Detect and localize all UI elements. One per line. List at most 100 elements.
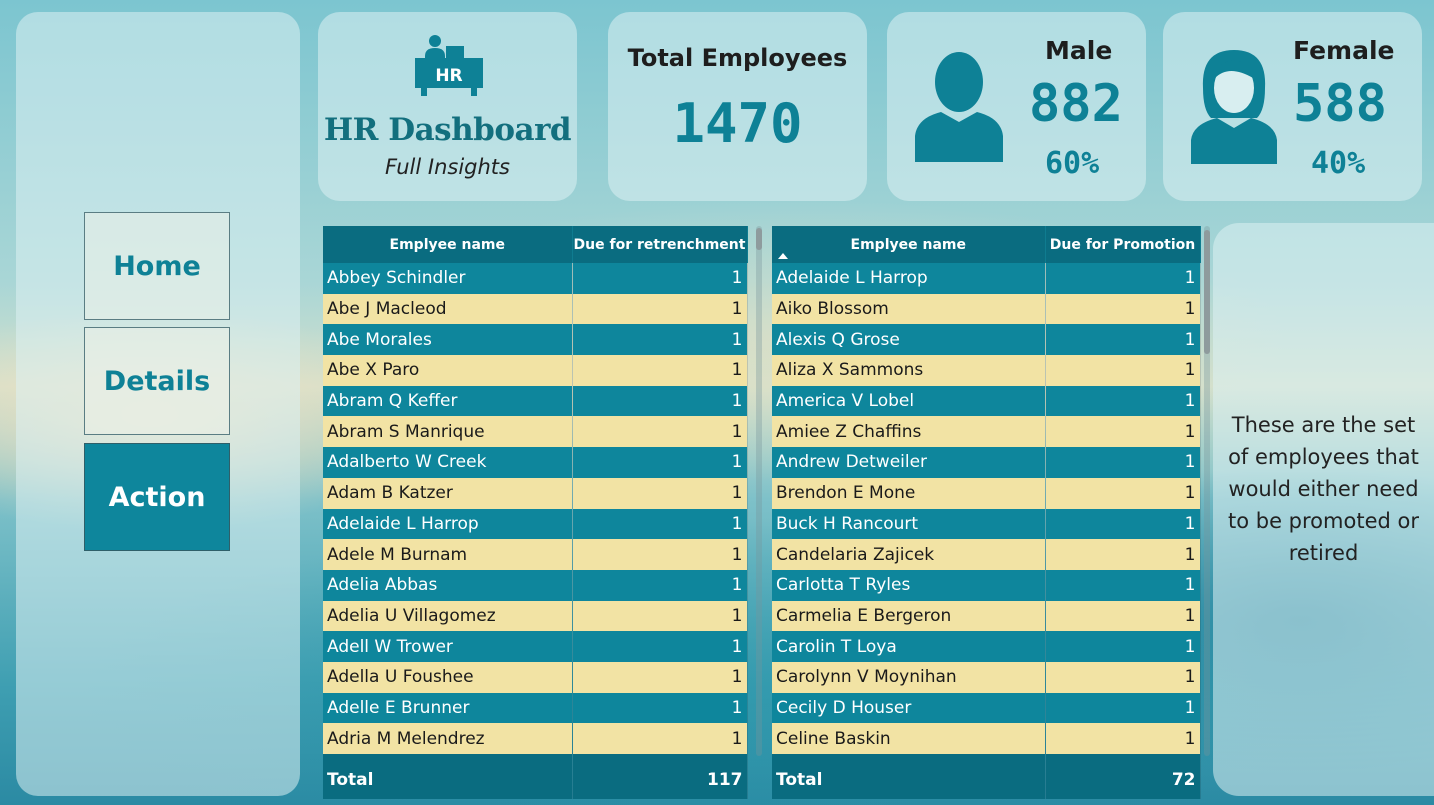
employee-name-cell: Adam B Katzer bbox=[323, 477, 573, 509]
employee-name-cell: Carolynn V Moynihan bbox=[772, 661, 1046, 693]
table-row[interactable]: America V Lobel 1 bbox=[772, 385, 1201, 417]
table-spacer bbox=[772, 754, 1201, 761]
employee-name-cell: Adelaide L Harrop bbox=[772, 263, 1046, 294]
nav-home-button[interactable]: Home bbox=[84, 212, 230, 320]
table-row[interactable]: Adam B Katzer 1 bbox=[323, 477, 748, 509]
column-header-employee-name[interactable]: Emplyee name bbox=[772, 226, 1046, 263]
table-row[interactable]: Adelaide L Harrop 1 bbox=[323, 508, 748, 540]
value-cell: 1 bbox=[572, 355, 748, 386]
hr-title-card: HR HR Dashboard Full Insights bbox=[318, 12, 577, 201]
column-header-due-retrenchment[interactable]: Due for retrenchment bbox=[572, 226, 748, 263]
value-cell: 1 bbox=[1045, 385, 1201, 417]
table-row[interactable]: Aiko Blossom 1 bbox=[772, 293, 1201, 325]
table-row[interactable]: Adelia Abbas 1 bbox=[323, 569, 748, 601]
table-row[interactable]: Adelaide L Harrop 1 bbox=[772, 263, 1201, 294]
value-cell: 1 bbox=[572, 508, 748, 540]
total-employees-label: Total Employees bbox=[627, 44, 848, 72]
retrenchment-table: Emplyee name Due for retrenchment Abbey … bbox=[323, 226, 748, 799]
table-row[interactable]: Adelle E Brunner 1 bbox=[323, 692, 748, 724]
employee-name-cell: Alexis Q Grose bbox=[772, 324, 1046, 356]
retrenchment-scroll-thumb[interactable] bbox=[756, 228, 762, 250]
employee-name-cell: Carolin T Loya bbox=[772, 631, 1046, 662]
total-row: Total 117 bbox=[323, 761, 748, 799]
table-spacer bbox=[323, 754, 748, 761]
table-row[interactable]: Brendon E Mone 1 bbox=[772, 477, 1201, 509]
table-row[interactable]: Carolin T Loya 1 bbox=[772, 631, 1201, 662]
female-card: Female 588 40% bbox=[1163, 12, 1422, 201]
table-row[interactable]: Abbey Schindler 1 bbox=[323, 263, 748, 294]
employee-name-cell: Adelia U Villagomez bbox=[323, 600, 573, 632]
nav-action-button[interactable]: Action bbox=[84, 443, 230, 551]
table-row[interactable]: Adele M Burnam 1 bbox=[323, 539, 748, 570]
employee-name-cell: Adele M Burnam bbox=[323, 539, 573, 570]
table-row[interactable]: Abe Morales 1 bbox=[323, 324, 748, 356]
nav-details-button[interactable]: Details bbox=[84, 327, 230, 435]
table-row[interactable]: Carmelia E Bergeron 1 bbox=[772, 600, 1201, 632]
table-row[interactable]: Abram Q Keffer 1 bbox=[323, 385, 748, 417]
total-employees-value: 1470 bbox=[672, 92, 803, 155]
dashboard-title: HR Dashboard bbox=[323, 112, 572, 148]
table-row[interactable]: Abram S Manrique 1 bbox=[323, 416, 748, 448]
table-row[interactable]: Amiee Z Chaffins 1 bbox=[772, 416, 1201, 448]
value-cell: 1 bbox=[572, 692, 748, 724]
value-cell: 1 bbox=[572, 723, 748, 754]
employee-name-cell: Abram Q Keffer bbox=[323, 385, 573, 417]
table-row[interactable]: Adella U Foushee 1 bbox=[323, 661, 748, 693]
employee-name-cell: Abe Morales bbox=[323, 324, 573, 356]
value-cell: 1 bbox=[572, 447, 748, 478]
female-person-icon bbox=[1191, 50, 1277, 164]
table-row[interactable]: Candelaria Zajicek 1 bbox=[772, 539, 1201, 570]
employee-name-cell: America V Lobel bbox=[772, 385, 1046, 417]
table-row[interactable]: Carolynn V Moynihan 1 bbox=[772, 661, 1201, 693]
employee-name-cell: Adria M Melendrez bbox=[323, 723, 573, 754]
male-count: 882 bbox=[1029, 74, 1123, 134]
table-row[interactable]: Adria M Melendrez 1 bbox=[323, 723, 748, 754]
promotion-scroll-thumb[interactable] bbox=[1204, 230, 1210, 354]
table-row[interactable]: Buck H Rancourt 1 bbox=[772, 508, 1201, 540]
column-header-employee-name[interactable]: Emplyee name bbox=[323, 226, 573, 263]
table-row[interactable]: Cecily D Houser 1 bbox=[772, 692, 1201, 724]
value-cell: 1 bbox=[572, 661, 748, 693]
value-cell: 1 bbox=[572, 385, 748, 417]
table-row[interactable]: Adelia U Villagomez 1 bbox=[323, 600, 748, 632]
table-row[interactable]: Carlotta T Ryles 1 bbox=[772, 569, 1201, 601]
employee-name-cell: Buck H Rancourt bbox=[772, 508, 1046, 540]
value-cell: 1 bbox=[1045, 631, 1201, 662]
promotion-table: Emplyee name Due for Promotion Adelaide … bbox=[772, 226, 1201, 799]
employee-name-cell: Aliza X Sammons bbox=[772, 355, 1046, 386]
table-row[interactable]: Andrew Detweiler 1 bbox=[772, 447, 1201, 478]
value-cell: 1 bbox=[1045, 263, 1201, 294]
employee-name-cell: Adella U Foushee bbox=[323, 661, 573, 693]
table-row[interactable]: Adalberto W Creek 1 bbox=[323, 447, 748, 478]
value-cell: 1 bbox=[1045, 477, 1201, 509]
value-cell: 1 bbox=[1045, 600, 1201, 632]
male-person-icon bbox=[915, 52, 1003, 162]
male-label: Male bbox=[1045, 36, 1113, 65]
employee-name-cell: Adelle E Brunner bbox=[323, 692, 573, 724]
employee-name-cell: Andrew Detweiler bbox=[772, 447, 1046, 478]
employee-name-cell: Adelaide L Harrop bbox=[323, 508, 573, 540]
table-row[interactable]: Aliza X Sammons 1 bbox=[772, 355, 1201, 386]
value-cell: 1 bbox=[572, 631, 748, 662]
total-employees-card: Total Employees 1470 bbox=[608, 12, 867, 201]
promotion-scrollbar[interactable] bbox=[1204, 226, 1210, 756]
value-cell: 1 bbox=[1045, 723, 1201, 754]
employee-name-cell: Celine Baskin bbox=[772, 723, 1046, 754]
column-header-due-promotion[interactable]: Due for Promotion bbox=[1045, 226, 1201, 263]
total-value: 117 bbox=[572, 761, 748, 799]
total-label: Total bbox=[772, 761, 1046, 799]
table-row[interactable]: Abe X Paro 1 bbox=[323, 355, 748, 386]
table-row[interactable]: Abe J Macleod 1 bbox=[323, 293, 748, 325]
employee-name-cell: Cecily D Houser bbox=[772, 692, 1046, 724]
retrenchment-scrollbar[interactable] bbox=[756, 226, 762, 756]
sort-ascending-icon bbox=[778, 253, 788, 259]
table-row[interactable]: Celine Baskin 1 bbox=[772, 723, 1201, 754]
total-label: Total bbox=[323, 761, 573, 799]
employee-name-cell: Aiko Blossom bbox=[772, 293, 1046, 325]
employee-name-cell: Carlotta T Ryles bbox=[772, 569, 1046, 601]
table-row[interactable]: Alexis Q Grose 1 bbox=[772, 324, 1201, 356]
note-text: These are the set of employees that woul… bbox=[1228, 413, 1419, 565]
value-cell: 1 bbox=[572, 569, 748, 601]
table-row[interactable]: Adell W Trower 1 bbox=[323, 631, 748, 662]
value-cell: 1 bbox=[572, 600, 748, 632]
